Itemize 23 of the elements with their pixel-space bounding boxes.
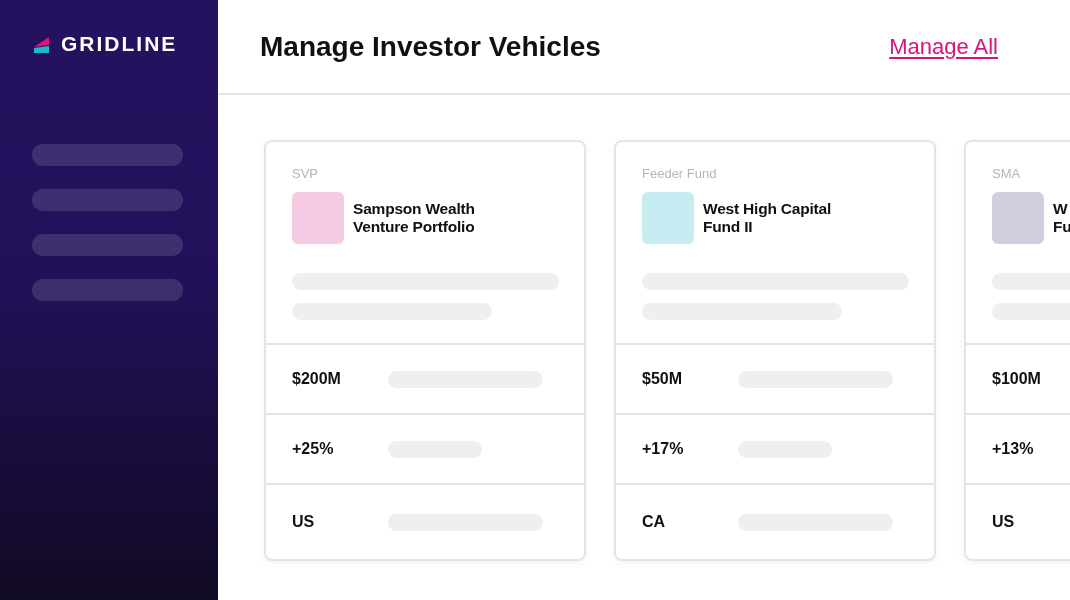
vehicle-change: +17% xyxy=(642,440,685,458)
vehicle-region: US xyxy=(292,513,316,531)
vehicle-amount: $50M xyxy=(642,370,684,388)
vehicle-type: SMA xyxy=(992,166,1022,181)
vehicle-change: +13% xyxy=(992,440,1035,458)
vehicle-type: Feeder Fund xyxy=(642,166,718,181)
manage-all-link[interactable]: Manage All xyxy=(889,33,998,60)
logo-icon xyxy=(32,34,52,54)
vehicle-type: SVP xyxy=(292,166,319,181)
vehicle-amount: $200M xyxy=(292,370,342,388)
vehicle-name: W Fu xyxy=(1053,200,1070,236)
vehicle-name: Sampson Wealth Venture Portfolio xyxy=(353,200,475,236)
vehicle-region: US xyxy=(992,513,1016,531)
nav-placeholder[interactable] xyxy=(32,144,183,166)
vehicle-name: West High Capital Fund II xyxy=(703,200,832,236)
brand-name: GRIDLINE xyxy=(61,32,178,56)
vehicle-region: CA xyxy=(642,513,667,531)
nav-placeholder[interactable] xyxy=(32,189,183,211)
page-title: Manage Investor Vehicles xyxy=(260,30,601,63)
nav-placeholder[interactable] xyxy=(32,234,183,256)
vehicle-amount: $100M xyxy=(992,370,1042,388)
vehicle-change: +25% xyxy=(292,440,335,458)
nav-placeholder[interactable] xyxy=(32,279,183,301)
